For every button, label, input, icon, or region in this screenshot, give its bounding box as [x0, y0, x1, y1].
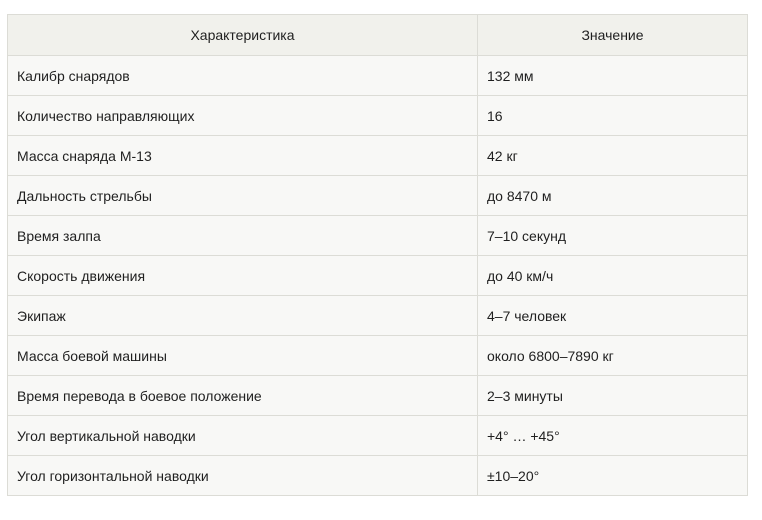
value-cell: до 40 км/ч: [477, 255, 748, 296]
characteristic-cell: Время перевода в боевое положение: [7, 375, 478, 416]
specs-table: Характеристика Значение Калибр снарядов …: [7, 14, 748, 496]
specs-table-container: Характеристика Значение Калибр снарядов …: [7, 14, 748, 496]
table-row: Дальность стрельбы до 8470 м: [7, 175, 748, 216]
characteristic-cell: Скорость движения: [7, 255, 478, 296]
characteristic-cell: Угол горизонтальной наводки: [7, 455, 478, 496]
value-cell: 132 мм: [477, 55, 748, 96]
value-cell: 2–3 минуты: [477, 375, 748, 416]
characteristic-cell: Экипаж: [7, 295, 478, 336]
header-characteristic: Характеристика: [7, 14, 478, 56]
characteristic-cell: Время залпа: [7, 215, 478, 256]
value-cell: 42 кг: [477, 135, 748, 176]
characteristic-cell: Калибр снарядов: [7, 55, 478, 96]
table-body: Калибр снарядов 132 мм Количество направ…: [7, 55, 748, 496]
characteristic-cell: Количество направляющих: [7, 95, 478, 136]
table-row: Масса снаряда М-13 42 кг: [7, 135, 748, 176]
characteristic-cell: Масса снаряда М-13: [7, 135, 478, 176]
characteristic-cell: Масса боевой машины: [7, 335, 478, 376]
value-cell: около 6800–7890 кг: [477, 335, 748, 376]
characteristic-cell: Дальность стрельбы: [7, 175, 478, 216]
value-cell: до 8470 м: [477, 175, 748, 216]
value-cell: 16: [477, 95, 748, 136]
table-row: Скорость движения до 40 км/ч: [7, 255, 748, 296]
header-value: Значение: [477, 14, 748, 56]
value-cell: 7–10 секунд: [477, 215, 748, 256]
table-row: Масса боевой машины около 6800–7890 кг: [7, 335, 748, 376]
value-cell: 4–7 человек: [477, 295, 748, 336]
table-row: Экипаж 4–7 человек: [7, 295, 748, 336]
header-row: Характеристика Значение: [7, 14, 748, 56]
table-row: Угол вертикальной наводки +4° … +45°: [7, 415, 748, 456]
table-row: Калибр снарядов 132 мм: [7, 55, 748, 96]
value-cell: ±10–20°: [477, 455, 748, 496]
value-cell: +4° … +45°: [477, 415, 748, 456]
table-row: Количество направляющих 16: [7, 95, 748, 136]
table-header: Характеристика Значение: [7, 14, 748, 56]
table-row: Время залпа 7–10 секунд: [7, 215, 748, 256]
table-row: Угол горизонтальной наводки ±10–20°: [7, 455, 748, 496]
characteristic-cell: Угол вертикальной наводки: [7, 415, 478, 456]
table-row: Время перевода в боевое положение 2–3 ми…: [7, 375, 748, 416]
